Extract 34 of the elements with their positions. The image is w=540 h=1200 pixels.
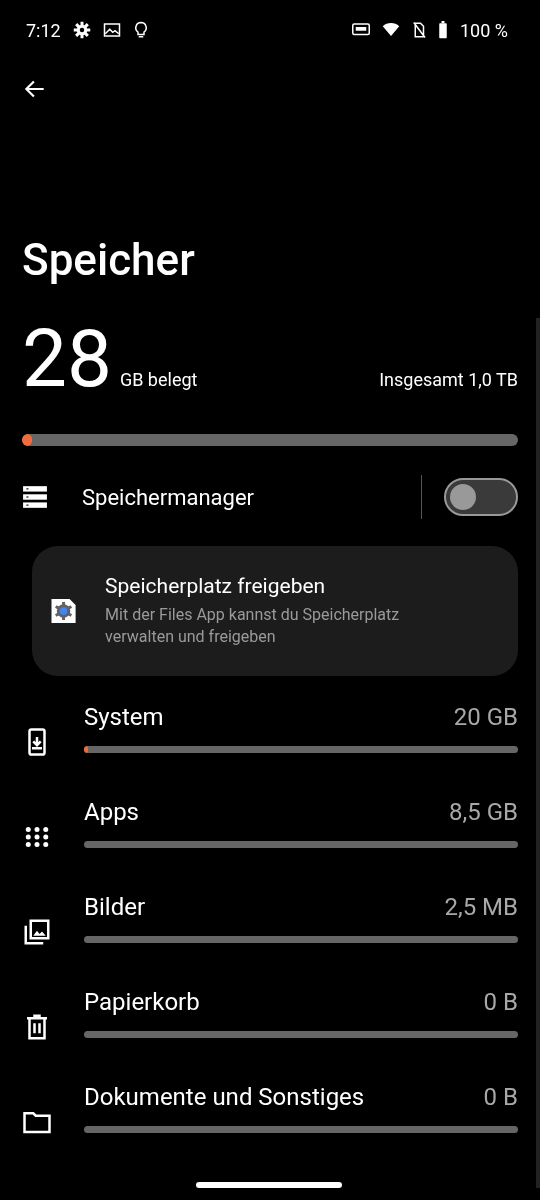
storage-manager-icon xyxy=(22,485,48,509)
refresh-rate-icon xyxy=(352,22,370,38)
lightbulb-icon xyxy=(132,21,149,39)
category-size: 0 B xyxy=(483,988,518,1016)
storage-category[interactable]: System 20 GB xyxy=(0,688,540,783)
category-name: Papierkorb xyxy=(84,988,201,1016)
category-name: System xyxy=(84,703,165,731)
category-name: Dokumente und Sonstiges xyxy=(84,1083,366,1111)
image-icon xyxy=(102,22,121,38)
battery-icon xyxy=(438,21,448,39)
battery-percentage: 100 % xyxy=(460,19,508,41)
card-description: Mit der Files App kannst du Speicherplatz verwalten und freigeben xyxy=(105,604,401,648)
wifi-icon xyxy=(382,22,400,38)
storage-category[interactable]: Apps 8,5 GB xyxy=(0,783,540,878)
category-name: Apps xyxy=(84,798,140,826)
free-up-space-card[interactable]: Speicherplatz freigeben Mit der Files App kannst du Speicherplatz verwalten und freigeben xyxy=(32,546,518,676)
storage-manager-switch[interactable] xyxy=(444,478,518,516)
used-amount: 28 xyxy=(22,314,112,404)
category-size: 0 B xyxy=(483,1083,518,1111)
storage-category[interactable]: Papierkorb 0 B xyxy=(0,973,540,1068)
category-name: Bilder xyxy=(84,893,147,921)
storage-category[interactable]: Dokumente und Sonstiges 0 B xyxy=(0,1068,540,1163)
used-unit: GB belegt xyxy=(119,369,198,390)
page-title: Speicher xyxy=(22,233,196,288)
no-sim-icon xyxy=(412,21,426,39)
storage-manager-label: Speichermanager xyxy=(82,484,256,510)
category-size: 20 GB xyxy=(453,703,518,731)
category-size: 2,5 MB xyxy=(444,893,518,921)
storage-category[interactable]: Bilder 2,5 MB xyxy=(0,878,540,973)
category-size: 8,5 GB xyxy=(449,798,518,826)
settings-icon xyxy=(72,21,91,39)
card-title: Speicherplatz freigeben xyxy=(105,574,327,598)
clock: 7:12 xyxy=(26,19,61,41)
total-storage: Insgesamt 1,0 TB xyxy=(379,369,518,390)
